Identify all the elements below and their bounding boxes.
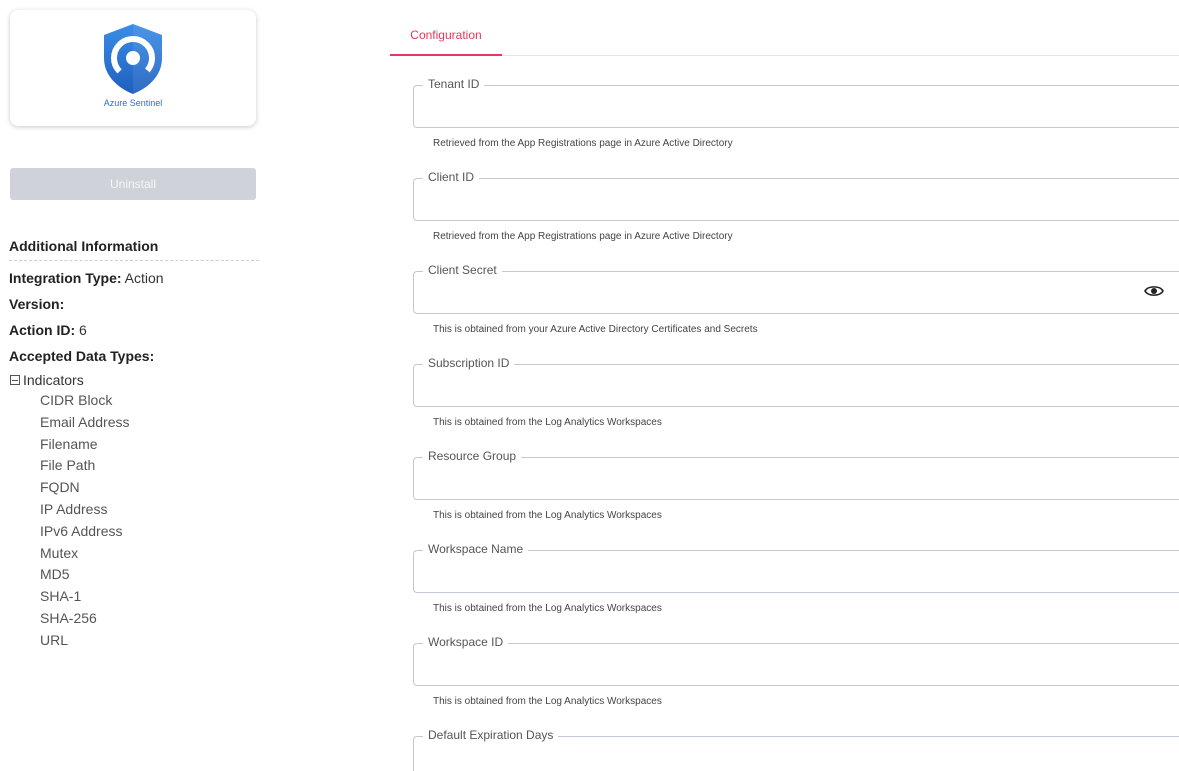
integration-type-value: Action xyxy=(124,270,164,286)
tenant-id-input[interactable] xyxy=(424,96,1124,118)
indicator-type-item: IP Address xyxy=(40,500,108,517)
field-helper-text: This is obtained from the Log Analytics … xyxy=(433,603,662,614)
workspace-id-field: Workspace ID xyxy=(413,635,1179,686)
indicator-type-item: MD5 xyxy=(40,566,70,583)
field-label: Workspace Name xyxy=(423,542,529,556)
workspace-name-field: Workspace Name xyxy=(413,542,1179,593)
uninstall-button[interactable]: Uninstall xyxy=(10,168,256,200)
subscription-id-input[interactable] xyxy=(424,375,1124,397)
additional-information-title: Additional Information xyxy=(9,238,259,261)
action-id-row: Action ID: 6 xyxy=(9,317,259,343)
field-helper-text: Retrieved from the App Registrations pag… xyxy=(433,138,733,149)
indicators-tree-node[interactable]: Indicators xyxy=(9,372,259,388)
field-helper-text: This is obtained from the Log Analytics … xyxy=(433,510,662,521)
indicators-label: Indicators xyxy=(23,372,84,388)
eye-icon[interactable] xyxy=(1144,284,1164,298)
tab-configuration[interactable]: Configuration xyxy=(390,18,502,56)
action-id-label: Action ID: xyxy=(9,322,76,338)
logo-text: Azure Sentinel xyxy=(103,98,163,108)
default-expiration-days-input[interactable] xyxy=(424,747,1124,769)
workspace-id-input[interactable] xyxy=(424,654,1124,676)
additional-information: Additional Information Integration Type:… xyxy=(9,238,259,652)
version-row: Version: xyxy=(9,291,259,317)
field-label: Workspace ID xyxy=(423,635,509,649)
integration-type-label: Integration Type: xyxy=(9,270,122,286)
field-label: Default Expiration Days xyxy=(423,728,559,742)
version-label: Version: xyxy=(9,296,65,312)
integration-logo-card: Azure Sentinel xyxy=(10,10,256,126)
field-helper-text: Retrieved from the App Registrations pag… xyxy=(433,231,733,242)
integration-type-row: Integration Type: Action xyxy=(9,265,259,291)
field-label: Client Secret xyxy=(423,263,502,277)
indicator-types-list: CIDR Block Email Address Filename File P… xyxy=(40,390,259,652)
accepted-data-types-row: Accepted Data Types: xyxy=(9,343,259,369)
indicator-type-item: Email Address xyxy=(40,413,130,430)
workspace-name-input[interactable] xyxy=(424,561,1124,583)
field-helper-text: This is obtained from the Log Analytics … xyxy=(433,696,662,707)
field-label: Resource Group xyxy=(423,449,522,463)
resource-group-input[interactable] xyxy=(424,468,1124,490)
accepted-data-types-label: Accepted Data Types: xyxy=(9,348,155,364)
tenant-id-field: Tenant ID xyxy=(413,77,1179,128)
subscription-id-field: Subscription ID xyxy=(413,356,1179,407)
indicator-type-item: CIDR Block xyxy=(40,392,113,408)
config-tabs: Configuration xyxy=(388,18,1179,56)
indicator-type-item: Filename xyxy=(40,435,98,452)
client-id-input[interactable] xyxy=(424,189,1124,211)
resource-group-field: Resource Group xyxy=(413,449,1179,500)
indicator-type-item: IPv6 Address xyxy=(40,522,123,539)
field-label: Client ID xyxy=(423,170,480,184)
field-label: Tenant ID xyxy=(423,77,485,91)
action-id-value: 6 xyxy=(79,322,87,338)
indicator-type-item: SHA-1 xyxy=(40,588,82,605)
default-expiration-days-field: Default Expiration Days xyxy=(413,728,1179,771)
client-secret-input[interactable] xyxy=(424,282,1124,304)
field-label: Subscription ID xyxy=(423,356,515,370)
indicator-type-item: URL xyxy=(40,631,69,648)
indicator-type-item: Mutex xyxy=(40,544,79,561)
page: Azure Sentinel Uninstall Additional Info… xyxy=(0,0,1179,771)
collapse-minus-icon[interactable] xyxy=(10,375,20,385)
client-id-field: Client ID xyxy=(413,170,1179,221)
client-secret-field: Client Secret xyxy=(413,263,1179,314)
field-helper-text: This is obtained from your Azure Active … xyxy=(433,324,758,335)
indicator-type-item: SHA-256 xyxy=(40,609,97,626)
field-helper-text: This is obtained from the Log Analytics … xyxy=(433,417,662,428)
indicator-type-item: File Path xyxy=(40,457,96,474)
azure-sentinel-shield-icon xyxy=(104,24,162,94)
indicator-type-item: FQDN xyxy=(40,479,80,496)
